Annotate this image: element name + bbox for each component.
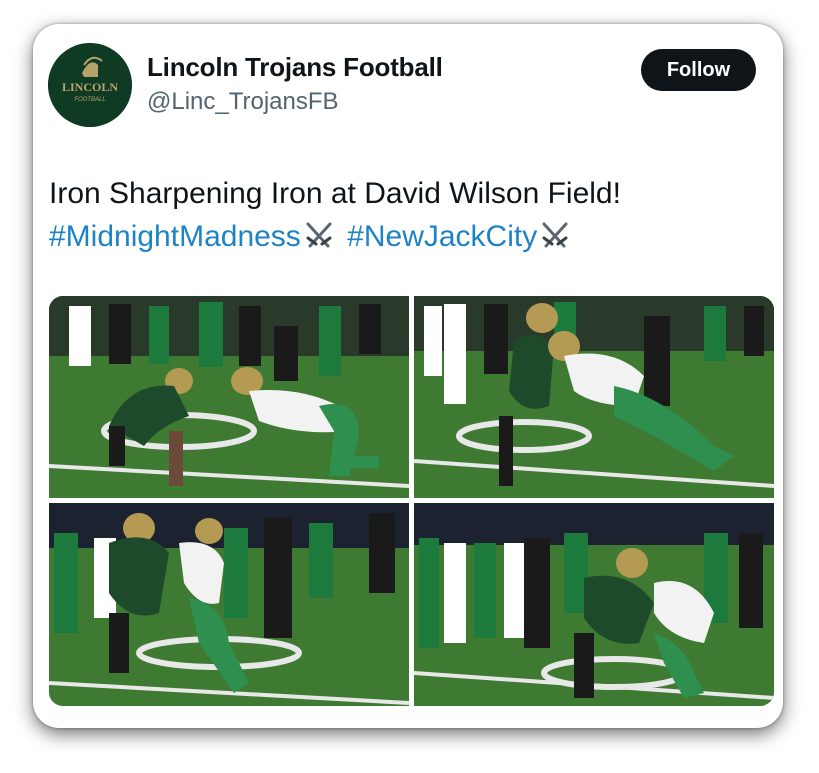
crossed-swords-icon: [539, 219, 571, 262]
avatar-text-top: LINCOLN: [62, 80, 118, 94]
media-grid: [49, 296, 774, 706]
account-handle[interactable]: @Linc_TrojansFB: [147, 88, 339, 116]
tweet-line-1: Iron Sharpening Iron at David Wilson Fie…: [49, 177, 621, 210]
trojan-logo-icon: LINCOLN FOOTBALL: [48, 43, 132, 127]
avatar-text-bottom: FOOTBALL: [74, 97, 105, 103]
hashtag-midnight-madness[interactable]: #MidnightMadness: [49, 220, 301, 253]
tweet-text: Iron Sharpening Iron at David Wilson Fie…: [49, 172, 759, 262]
crossed-swords-icon: [303, 219, 335, 262]
hashtag-new-jack-city[interactable]: #NewJackCity: [347, 220, 537, 253]
account-name[interactable]: Lincoln Trojans Football: [147, 52, 443, 83]
tweet-card: LINCOLN FOOTBALL Lincoln Trojans Footbal…: [33, 24, 783, 728]
football-drill-photo-2[interactable]: [414, 296, 774, 498]
tweet-line-2: #MidnightMadness #NewJackCity: [49, 215, 759, 262]
football-drill-photo-1[interactable]: [49, 296, 409, 498]
football-drill-photo-4[interactable]: [414, 503, 774, 706]
football-drill-photo-3[interactable]: [49, 503, 409, 706]
profile-avatar[interactable]: LINCOLN FOOTBALL: [48, 43, 132, 127]
follow-button[interactable]: Follow: [641, 49, 756, 91]
